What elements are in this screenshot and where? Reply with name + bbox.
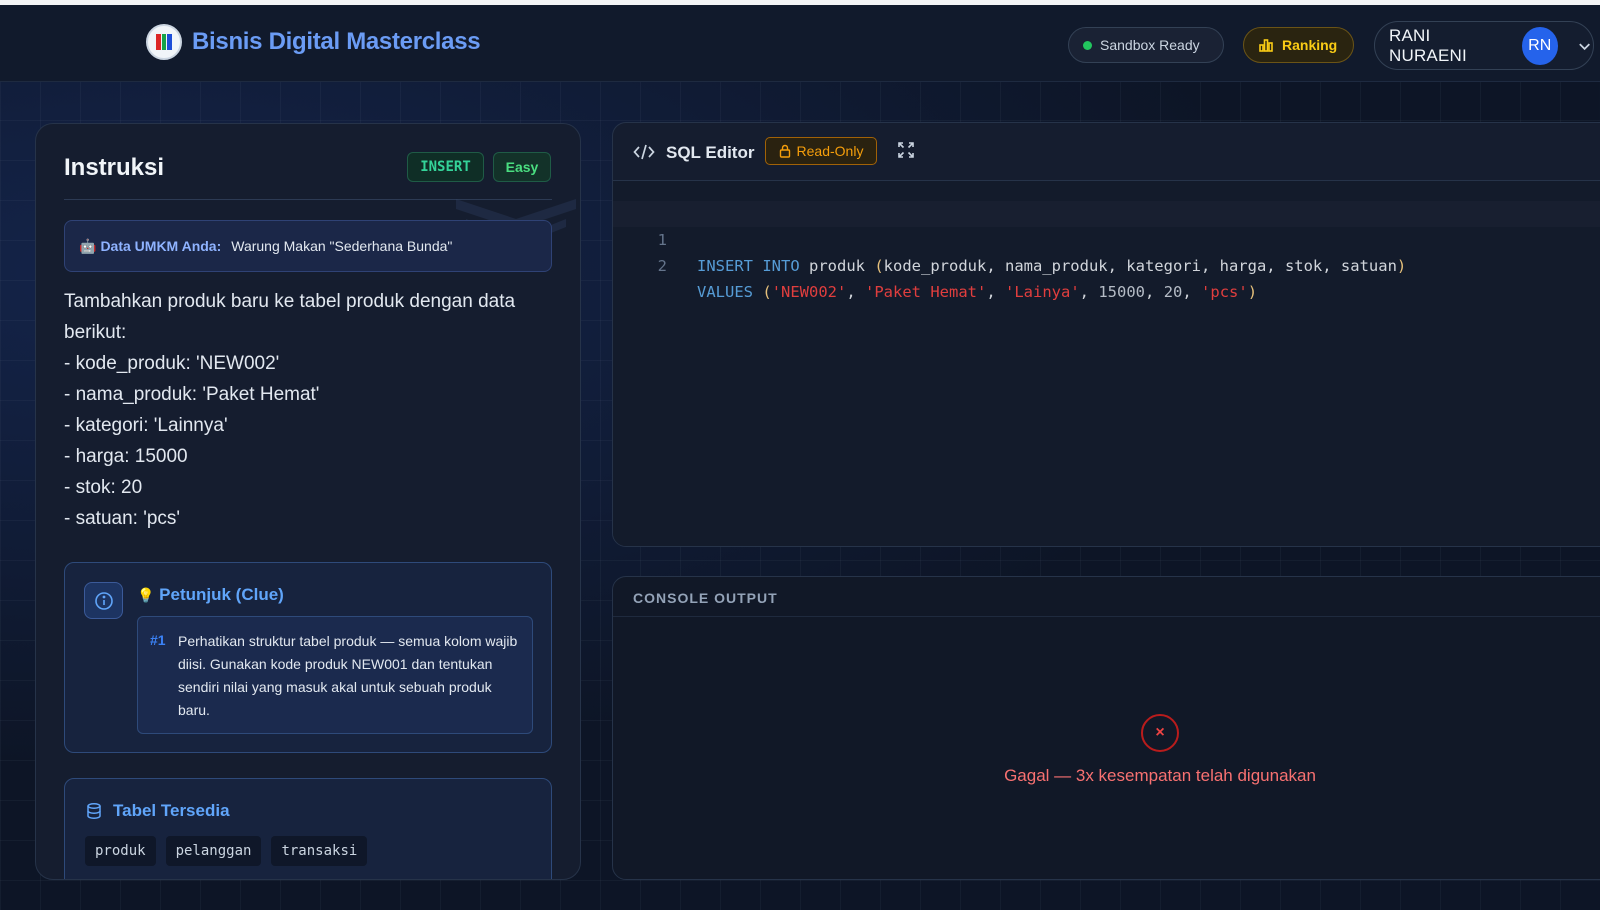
difficulty-badge: Easy — [493, 152, 551, 182]
instruction-line: Tambahkan produk baru ke tabel produk de… — [64, 291, 521, 343]
code-token: , — [1182, 283, 1202, 301]
readonly-badge: Read-Only — [765, 137, 877, 165]
code-token: , — [1145, 283, 1164, 301]
ranking-button[interactable]: Ranking — [1243, 27, 1354, 63]
instruction-panel: Instruksi INSERT Easy 🤖 Data UMKM Anda: … — [35, 123, 581, 880]
user-name: RANI NURAENI — [1389, 25, 1467, 65]
code-content: INSERT INTO produk (kode_produk, nama_pr… — [697, 253, 1406, 279]
code-token: 'pcs' — [1201, 283, 1248, 301]
chevron-down-icon[interactable] — [1576, 37, 1593, 55]
type-badge: INSERT — [407, 152, 484, 182]
instruction-line: - harga: 15000 — [64, 446, 188, 467]
table-chip-transaksi[interactable]: transaksi — [271, 836, 368, 866]
code-token: INTO — [762, 257, 800, 275]
code-token: 15000 — [1098, 283, 1146, 301]
code-token: produk — [799, 257, 875, 275]
umkm-label: Data UMKM Anda: — [100, 238, 222, 254]
clue-item: #1 Perhatikan struktur tabel produk — se… — [137, 616, 533, 734]
code-token: ( — [762, 283, 772, 301]
code-token: ( — [874, 257, 884, 275]
clue-number: #1 — [150, 632, 166, 648]
code-token: INSERT — [697, 257, 753, 275]
readonly-label: Read-Only — [796, 143, 864, 159]
code-token: 'Lainya' — [1005, 283, 1080, 301]
lightbulb-icon: 💡 — [137, 587, 155, 603]
sql-editor: SQL Editor Read-Only 1 INSERT INTO produ… — [612, 122, 1600, 547]
code-token: kode_produk, nama_produk, kategori, harg… — [883, 257, 1397, 275]
database-icon — [87, 803, 101, 819]
code-line: 1 INSERT INTO produk (kode_produk, nama_… — [613, 201, 1600, 275]
code-token: , — [846, 283, 866, 301]
clue-title-text: Petunjuk (Clue) — [159, 585, 284, 604]
console-output: CONSOLE OUTPUT × Gagal — 3x kesempatan t… — [612, 576, 1600, 880]
expand-icon[interactable] — [897, 141, 915, 159]
sandbox-label: Sandbox Ready — [1100, 37, 1200, 53]
avatar: RN — [1521, 26, 1558, 65]
code-token: 'Paket Hemat' — [865, 283, 987, 301]
lock-icon — [779, 144, 790, 158]
sandbox-status-badge: Sandbox Ready — [1068, 27, 1224, 63]
clue-title: 💡 Petunjuk (Clue) — [137, 585, 284, 605]
brand[interactable]: Bisnis Digital Masterclass — [146, 24, 481, 60]
bar-chart-icon — [1259, 39, 1273, 52]
panel-title: Instruksi — [64, 154, 165, 181]
tables-title: Tabel Tersedia — [85, 801, 230, 821]
umkm-info: 🤖 Data UMKM Anda: Warung Makan "Sederhan… — [64, 220, 552, 272]
instruction-line: - nama_produk: 'Paket Hemat' — [64, 384, 320, 405]
code-line: 2 VALUES ('NEW002', 'Paket Hemat', 'Lain… — [613, 227, 1600, 301]
code-icon — [633, 144, 655, 160]
status-dot-icon — [1083, 40, 1092, 50]
instruction-line: - satuan: 'pcs' — [64, 508, 181, 529]
code-token: ) — [1396, 257, 1407, 275]
top-header: Bisnis Digital Masterclass Sandbox Ready… — [0, 5, 1600, 82]
ranking-label: Ranking — [1282, 37, 1338, 53]
instruction-line: - stok: 20 — [64, 477, 143, 498]
available-tables: Tabel Tersedia produk pelanggan transaks… — [64, 778, 552, 879]
umkm-value: Warung Makan "Sederhana Bunda" — [231, 238, 453, 254]
robot-icon: 🤖 — [79, 237, 97, 254]
code-area[interactable]: 1 INSERT INTO produk (kode_produk, nama_… — [613, 181, 1600, 546]
instruction-line: - kode_produk: 'NEW002' — [64, 353, 280, 374]
code-token: VALUES — [697, 283, 753, 301]
table-chip-produk[interactable]: produk — [85, 836, 156, 866]
line-number: 2 — [657, 257, 667, 275]
brand-title: Bisnis Digital Masterclass — [192, 28, 481, 55]
error-x-icon: × — [1141, 714, 1179, 752]
code-token: ) — [1247, 283, 1258, 301]
code-token: , — [986, 283, 1006, 301]
code-content: VALUES ('NEW002', 'Paket Hemat', 'Lainya… — [697, 279, 1257, 305]
editor-header: SQL Editor Read-Only — [613, 123, 1600, 181]
code-token: 20 — [1163, 283, 1183, 301]
info-icon[interactable] — [84, 582, 123, 619]
tables-title-text: Tabel Tersedia — [113, 801, 230, 820]
error-message: Gagal — 3x kesempatan telah digunakan — [1004, 766, 1316, 785]
table-chips: produk pelanggan transaksi — [85, 836, 368, 866]
clue-box: 💡 Petunjuk (Clue) #1 Perhatikan struktur… — [64, 562, 552, 753]
editor-title: SQL Editor — [666, 143, 755, 162]
user-menu[interactable]: RANI NURAENI RN — [1374, 21, 1594, 70]
code-token: 'NEW002' — [771, 283, 847, 301]
clue-text: Perhatikan struktur tabel produk — semua… — [178, 633, 518, 718]
code-token: , — [1079, 283, 1099, 301]
console-header: CONSOLE OUTPUT — [613, 577, 1600, 617]
console-title: CONSOLE OUTPUT — [633, 590, 778, 606]
instruction-line: - kategori: 'Lainnya' — [64, 415, 228, 436]
instruction-text: Tambahkan produk baru ke tabel produk de… — [64, 286, 554, 534]
logo-emblem — [146, 24, 182, 60]
table-chip-pelanggan[interactable]: pelanggan — [165, 836, 262, 866]
